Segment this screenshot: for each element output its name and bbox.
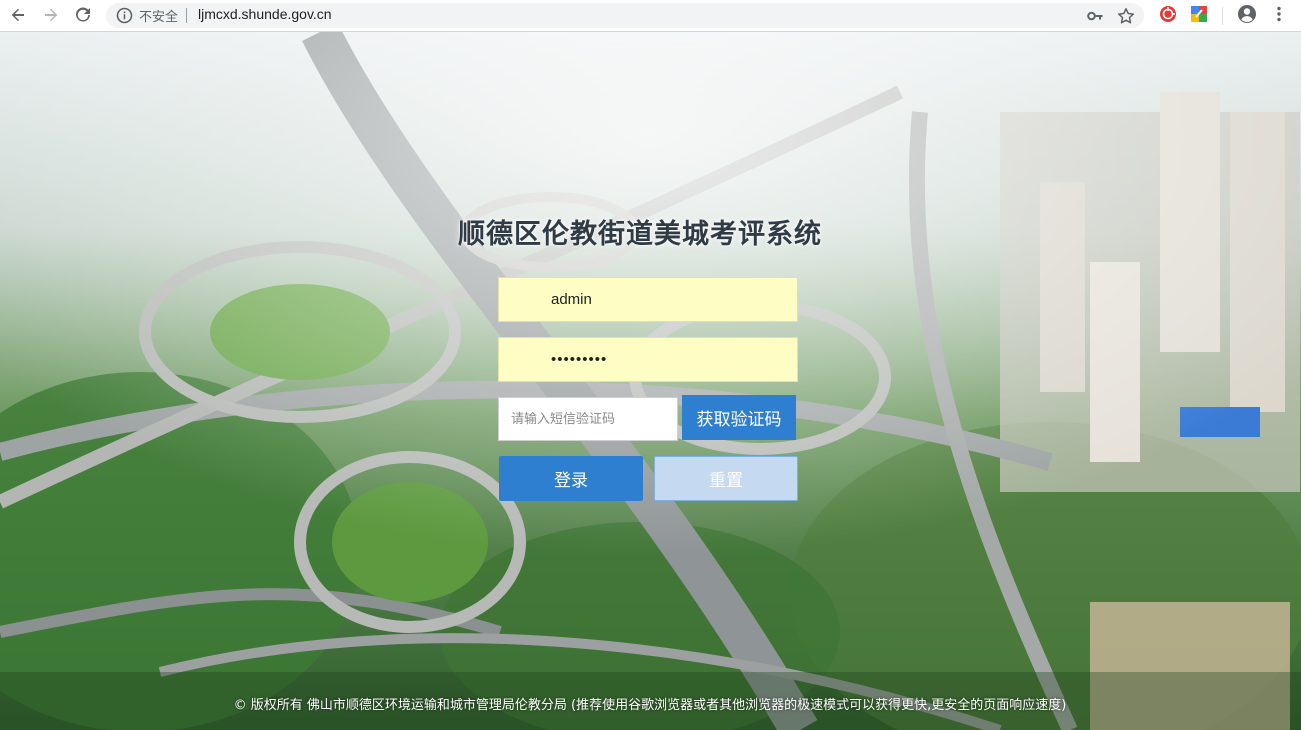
star-icon[interactable]	[1117, 7, 1135, 25]
account-icon[interactable]	[1237, 4, 1257, 24]
username-input[interactable]	[498, 277, 798, 322]
sms-code-input[interactable]	[498, 397, 678, 441]
security-label[interactable]: 不安全	[139, 6, 178, 25]
reset-button[interactable]: 重置	[654, 456, 798, 501]
url-text[interactable]: ljmcxd.shunde.gov.cn	[198, 6, 332, 22]
info-icon[interactable]	[116, 7, 133, 24]
toolbar-divider	[1222, 7, 1223, 25]
extension-icon[interactable]	[1190, 5, 1208, 23]
login-button[interactable]: 登录	[499, 456, 643, 501]
address-bar[interactable]: 不安全 ljmcxd.shunde.gov.cn	[106, 3, 1144, 28]
key-icon[interactable]	[1086, 7, 1104, 25]
reload-icon[interactable]	[70, 2, 96, 28]
copyright-footer: © 版权所有 佛山市顺德区环境运输和城市管理局伦教分局 (推荐使用谷歌浏览器或者…	[233, 698, 1067, 713]
get-code-button[interactable]: 获取验证码	[682, 395, 796, 440]
back-arrow-icon[interactable]	[5, 2, 31, 28]
page-title: 顺德区伦教街道美城考评系统	[458, 219, 822, 250]
extension-icon[interactable]	[1159, 5, 1177, 23]
address-divider	[186, 8, 187, 23]
menu-icon[interactable]	[1270, 5, 1288, 23]
password-input[interactable]	[498, 337, 798, 382]
browser-toolbar: 不安全 ljmcxd.shunde.gov.cn	[0, 0, 1301, 32]
forward-arrow-icon[interactable]	[38, 2, 64, 28]
